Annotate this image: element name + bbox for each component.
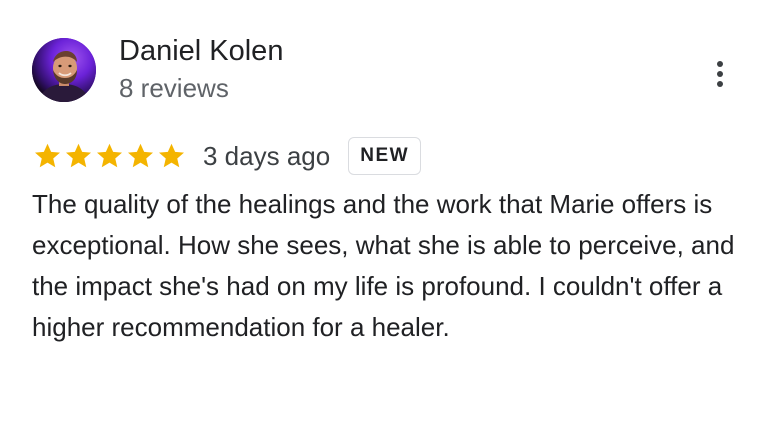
more-vert-icon-dot — [717, 61, 723, 67]
review-card: Daniel Kolen 8 reviews 3 days ago NEW Th… — [0, 0, 781, 424]
review-text: The quality of the healings and the work… — [32, 189, 735, 342]
avatar[interactable] — [32, 38, 96, 102]
more-options-button[interactable] — [700, 52, 740, 96]
reviewer-name[interactable]: Daniel Kolen — [119, 33, 283, 69]
review-count[interactable]: 8 reviews — [119, 72, 229, 104]
star-icon — [97, 143, 122, 168]
star-icon — [35, 143, 60, 168]
star-icon — [128, 143, 153, 168]
new-badge: NEW — [348, 137, 422, 175]
star-icon — [66, 143, 91, 168]
person-avatar-icon — [32, 38, 96, 102]
star-icon — [159, 143, 184, 168]
star-rating — [32, 141, 187, 171]
rating-row: 3 days ago NEW — [32, 136, 422, 176]
more-vert-icon-dot — [717, 81, 723, 87]
review-date: 3 days ago — [203, 141, 331, 171]
more-vert-icon-dot — [717, 71, 723, 77]
